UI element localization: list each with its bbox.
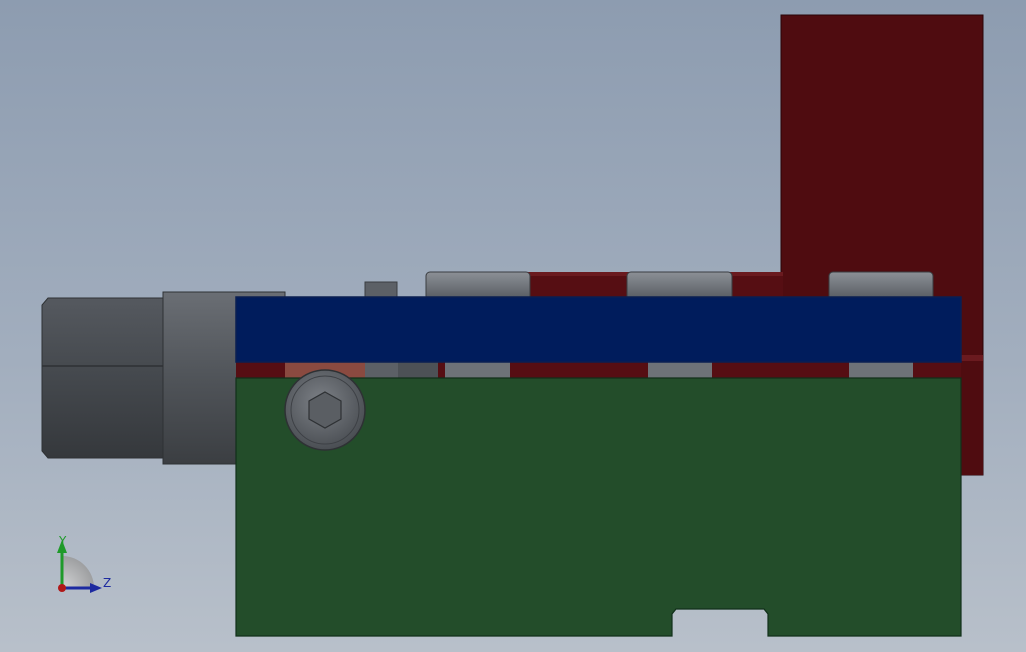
cap-screw-row[interactable]: [425, 271, 934, 301]
y-axis-label: Y: [58, 534, 67, 548]
z-axis-label: Z: [103, 576, 111, 590]
top-cover-plate[interactable]: [235, 296, 962, 363]
orientation-triad[interactable]: Y Z: [57, 534, 111, 593]
graphics-viewport[interactable]: Y Z: [0, 0, 1026, 652]
hex-nut[interactable]: [41, 297, 166, 459]
socket-head-screw[interactable]: [284, 369, 366, 451]
cap-screw-head[interactable]: [425, 271, 531, 301]
cap-screw-head[interactable]: [626, 271, 733, 301]
cap-screw-head[interactable]: [828, 271, 934, 301]
